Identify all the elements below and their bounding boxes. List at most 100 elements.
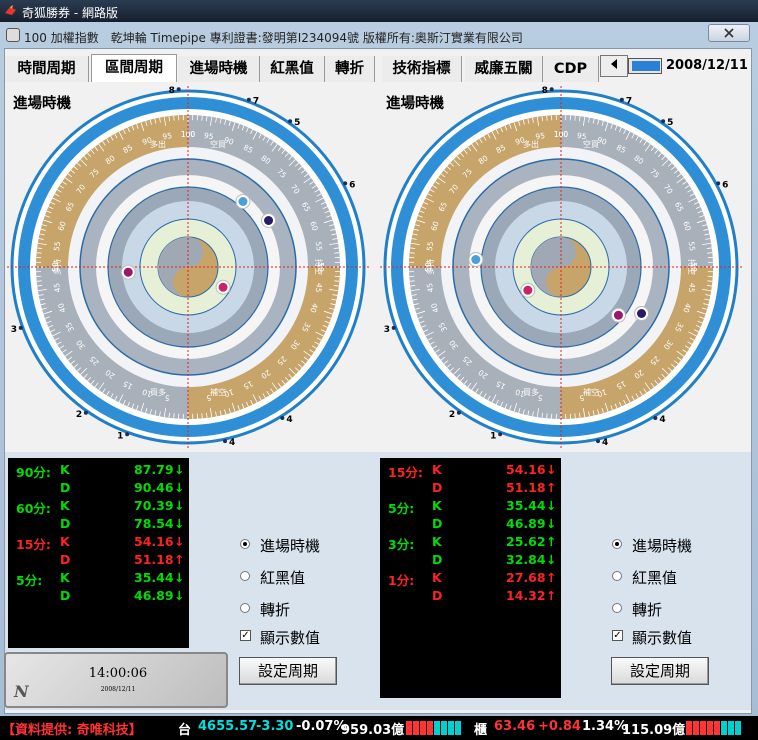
app-menu-icon[interactable] (6, 28, 20, 42)
outer-number: 1 (490, 431, 496, 441)
scale-label: 45 (52, 282, 62, 293)
k-label: K (432, 462, 442, 477)
outer-node (498, 432, 503, 437)
d-label: D (60, 516, 71, 531)
outer-number: 4 (602, 438, 608, 448)
k-label: K (60, 570, 70, 585)
k-label: K (432, 498, 442, 513)
k-value: 35.44 (506, 498, 546, 513)
d-trend-icon: ↓ (546, 516, 557, 531)
title-bar: 奇狐勝券 - 網路版 (0, 0, 758, 22)
otc-index-change: +0.84 (538, 719, 581, 734)
d-value: 14.32 (506, 588, 546, 603)
slider-thumb[interactable] (632, 61, 660, 71)
position-marker (637, 309, 647, 318)
outer-node (391, 325, 396, 330)
outer-number: 3 (11, 325, 17, 335)
outer-node (343, 181, 348, 186)
outer-node (456, 410, 461, 415)
outer-number: 2 (76, 410, 82, 420)
window-title: 奇狐勝券 - 網路版 (22, 6, 118, 20)
right-label: 持空 (687, 259, 697, 275)
k-label: K (60, 534, 70, 549)
tw-index-label: 台 (178, 723, 192, 738)
tab-turning-point[interactable]: 轉折 (325, 56, 375, 82)
outer-node (596, 439, 601, 444)
k-value: 70.39 (134, 498, 174, 513)
tab-range-period[interactable]: 區間周期 (91, 54, 177, 82)
bottom-left-label: 買多 (523, 387, 539, 397)
fox-logo-icon (5, 5, 16, 15)
tab-scroll-slider[interactable] (628, 58, 662, 74)
k-value: 35.44 (134, 570, 174, 585)
outer-node (125, 432, 130, 437)
k-value: 25.62 (506, 534, 546, 549)
outer-number: 4 (229, 438, 235, 448)
outer-node (619, 97, 624, 102)
tab-entry-timing[interactable]: 進場時機 (178, 56, 260, 82)
set-period-button-right[interactable]: 設定周期 (611, 657, 709, 685)
k-label: K (60, 462, 70, 477)
tab-scroll-left-button[interactable] (600, 55, 628, 77)
d-label: D (432, 552, 443, 567)
tab-technical-indicator[interactable]: 技術指標 (382, 56, 462, 82)
data-source-label: 【資料提供: 奇唯科技】 (2, 723, 142, 738)
outer-number: 8 (542, 86, 548, 96)
outer-node (223, 439, 228, 444)
scale-label: 55 (425, 241, 435, 252)
position-marker (471, 255, 481, 265)
close-button[interactable] (708, 24, 750, 42)
tab-cdp[interactable]: CDP (543, 56, 599, 82)
outer-number: 2 (449, 410, 455, 420)
dial-panel-left: 進場時機 5 5 10 10 15 15 20 20 25 25 30 30 35 35 40 40 45 45 5… (5, 84, 377, 449)
outer-number: 5 (294, 118, 300, 128)
left-arrow-icon (611, 59, 617, 69)
otc-index-percent: 1.34% (582, 719, 628, 734)
scale-label: 45 (687, 282, 697, 293)
k-value: 27.68 (506, 570, 546, 585)
outer-node (653, 415, 658, 420)
d-value: 46.89 (506, 516, 546, 531)
outer-node (661, 119, 666, 124)
d-trend-icon: ↓ (174, 480, 185, 495)
d-trend-icon: ↓ (546, 552, 557, 567)
outer-node (18, 325, 23, 330)
d-label: D (432, 588, 443, 603)
d-value: 51.18 (506, 480, 546, 495)
tw-volume: 959.03億 (341, 723, 405, 738)
left-label: 多持 (52, 259, 62, 275)
outer-node (83, 410, 88, 415)
scale-label: 55 (687, 241, 697, 252)
child-window-caption: 100 加權指數 乾坤輪 Timepipe 專利證書:發明第I234094號 版… (4, 26, 708, 46)
timepipe-dial: 55 10101515202025253030353540404545505055… (7, 86, 369, 448)
outer-number: 5 (667, 118, 673, 128)
tab-time-period[interactable]: 時間周期 (5, 56, 89, 82)
tab-williams[interactable]: 威廉五關 (465, 56, 543, 82)
k-trend-icon: ↓ (174, 462, 185, 477)
top-left-label: 多出 (150, 139, 166, 149)
outer-number: 3 (384, 325, 390, 335)
dial-panel-right: 進場時機 5 5 10 10 15 15 20 20 25 25 30 30 35 35 40 40 45 45 5… (378, 84, 750, 449)
outer-number: 4 (659, 415, 665, 425)
set-period-button-left[interactable]: 設定周期 (239, 657, 337, 685)
outer-number: 1 (117, 431, 123, 441)
position-marker (218, 282, 228, 292)
clock-time: 14:00:06 (88, 666, 148, 681)
date-label: 2008/12/11 (666, 58, 748, 73)
bottom-right-label: 補空 (583, 387, 599, 397)
period-label: 90分: (16, 465, 51, 480)
scale-label: 45 (425, 282, 435, 293)
position-marker (523, 285, 533, 295)
market-ticker: 【資料提供: 奇唯科技】 台 4655.57 -3.30 -0.07% 959.… (0, 716, 758, 740)
tw-breadth-bars (406, 721, 462, 735)
k-label: K (432, 570, 442, 585)
bottom-right-label: 補空 (210, 387, 226, 397)
tw-index-change: -3.30 (256, 719, 294, 734)
kd-values-panel-left: 90分: K 87.79 ↓ D 90.46 ↓ 60分: K 70.39 ↓ D 78.54 ↓ 15分:… (8, 458, 189, 648)
outer-node (246, 97, 251, 102)
d-label: D (432, 480, 443, 495)
d-trend-icon: ↓ (174, 588, 185, 603)
clock-widget: N 14:00:06 2008/12/11 (4, 652, 228, 708)
k-trend-icon: ↑ (546, 534, 557, 549)
tab-red-black[interactable]: 紅黑值 (260, 56, 325, 82)
